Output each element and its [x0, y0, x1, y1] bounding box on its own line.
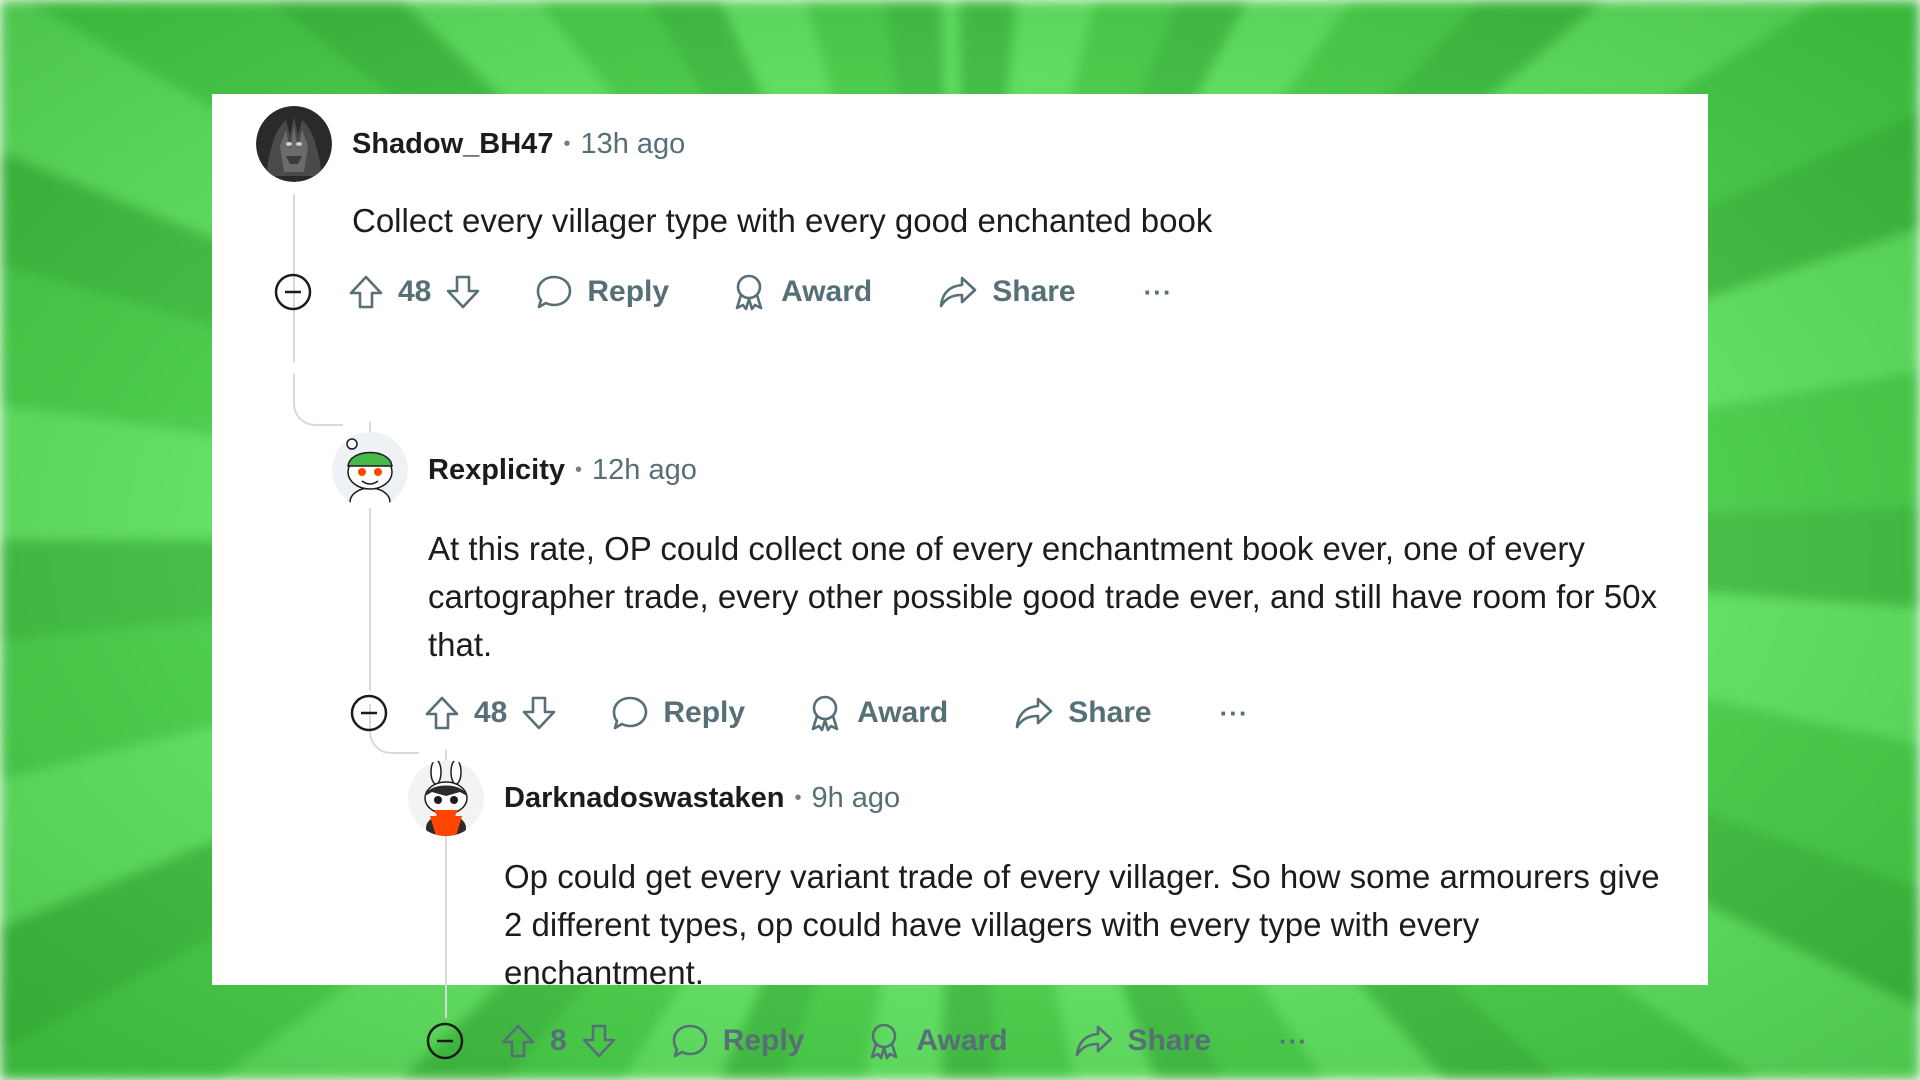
more-options-button[interactable]: ··· [1144, 277, 1173, 308]
award-ribbon-icon [735, 274, 763, 311]
comment-meta: Rexplicity • 12h ago [428, 452, 697, 491]
snoo-bunny-avatar-icon [408, 760, 484, 836]
upvote-arrow-icon [349, 275, 383, 309]
share-arrow-icon [1075, 1025, 1112, 1057]
reply-label: Reply [587, 275, 670, 308]
timestamp[interactable]: 13h ago [580, 128, 685, 160]
collapse-button[interactable] [426, 1022, 464, 1060]
more-options-icon: ··· [1143, 276, 1173, 307]
downvote-button[interactable] [445, 274, 481, 310]
downvote-button[interactable] [581, 1023, 617, 1059]
comment-meta: Shadow_BH47 • 13h ago [352, 126, 685, 165]
award-button[interactable]: Award [731, 273, 872, 311]
comment-body: Collect every villager type with every g… [352, 202, 1213, 239]
comment-3: Darknadoswastaken • 9h ago Op could get ev… [364, 654, 1708, 1060]
username[interactable]: Rexplicity [428, 454, 565, 486]
comment-thread-card: Shadow_BH47 • 13h ago Collect every villag… [212, 94, 1708, 1060]
upvote-arrow-icon [501, 1024, 535, 1058]
collapse-minus-icon [426, 1022, 464, 1060]
snoo-green-hat-avatar-icon [332, 432, 408, 508]
share-label: Share [1127, 1024, 1211, 1057]
collapse-button[interactable] [274, 273, 312, 311]
avatar[interactable] [408, 760, 484, 836]
separator-dot: • [794, 787, 802, 809]
timestamp[interactable]: 9h ago [811, 782, 900, 814]
comment-actions: 48 Reply Award Share ··· [274, 270, 1173, 314]
award-button[interactable]: Award [866, 1022, 1008, 1060]
comment-meta: Darknadoswastaken • 9h ago [504, 780, 900, 819]
reply-bubble-icon [537, 275, 572, 309]
upvote-button[interactable] [348, 274, 384, 310]
vote-score: 8 [550, 1024, 567, 1057]
separator-dot: • [575, 459, 583, 481]
comment-2: Rexplicity • 12h ago At this rate, OP coul… [288, 324, 1708, 732]
more-options-icon: ··· [1278, 1025, 1308, 1056]
username[interactable]: Darknadoswastaken [504, 782, 784, 814]
reply-button[interactable]: Reply [535, 273, 669, 311]
award-label: Award [781, 275, 873, 308]
comment-body: Op could get every variant trade of ever… [504, 858, 1660, 991]
comment-actions: 8 Reply Award Share ··· [426, 1019, 1308, 1063]
avatar[interactable] [256, 106, 332, 182]
reply-bubble-icon [672, 1024, 707, 1058]
dark-creature-avatar-icon [256, 106, 332, 182]
downvote-arrow-icon [582, 1024, 615, 1058]
share-arrow-icon [939, 276, 977, 308]
username[interactable]: Shadow_BH47 [352, 128, 553, 160]
timestamp[interactable]: 12h ago [592, 454, 697, 486]
comment-body: At this rate, OP could collect one of ev… [428, 530, 1658, 663]
more-options-button[interactable]: ··· [1279, 1026, 1308, 1057]
separator-dot: • [563, 133, 571, 155]
share-button[interactable]: Share [938, 274, 1076, 310]
share-button[interactable]: Share [1074, 1023, 1211, 1059]
avatar[interactable] [332, 432, 408, 508]
downvote-arrow-icon [447, 275, 480, 309]
vote-score: 48 [398, 275, 432, 308]
upvote-button[interactable] [500, 1023, 536, 1059]
award-ribbon-icon [871, 1023, 898, 1060]
collapse-minus-icon [274, 273, 312, 311]
reply-button[interactable]: Reply [671, 1022, 805, 1060]
award-label: Award [916, 1024, 1008, 1057]
reply-label: Reply [722, 1024, 805, 1057]
share-label: Share [992, 275, 1076, 308]
